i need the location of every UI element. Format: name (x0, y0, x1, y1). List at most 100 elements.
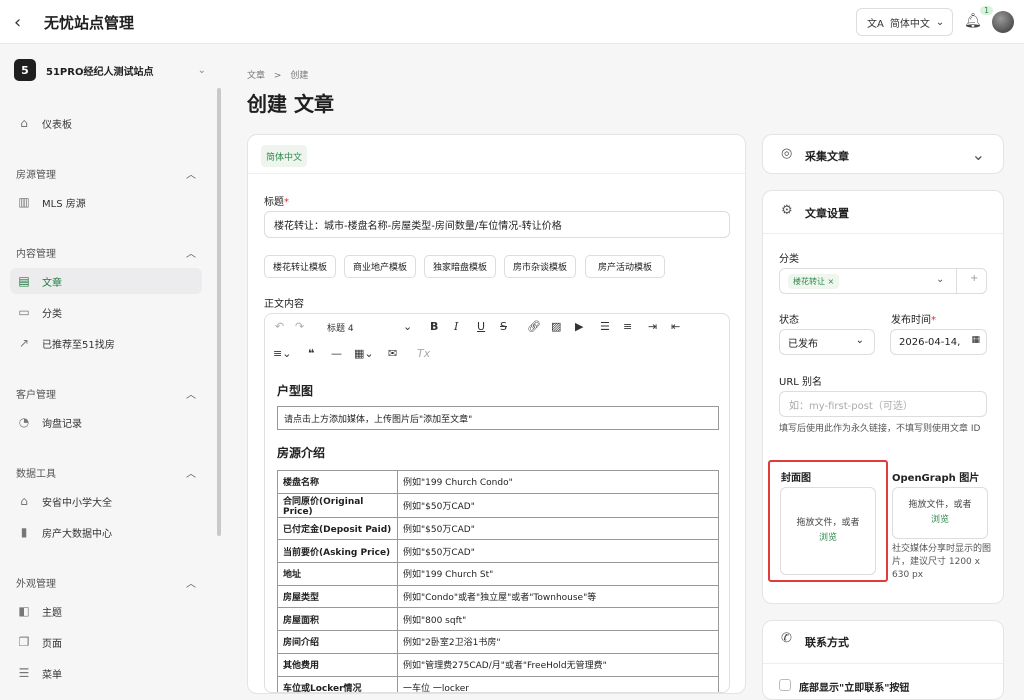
calendar-icon[interactable]: ▦ (971, 335, 980, 345)
sidebar-item-inquiries[interactable]: ◔ 询盘记录 (10, 409, 202, 435)
video-icon[interactable]: ▶ (575, 320, 583, 333)
table-row-label[interactable]: 地址 (277, 562, 398, 586)
table-row-label[interactable]: 房间介绍 (277, 630, 398, 654)
table-row-label[interactable]: 楼盘名称 (277, 470, 398, 494)
underline-icon[interactable]: U (477, 320, 485, 333)
section-content[interactable]: 内容管理 ︿ (16, 245, 196, 260)
undo-icon[interactable]: ↶ (275, 320, 284, 333)
sidebar-item-recommended[interactable]: ↗ 已推荐至51找房 (10, 330, 202, 356)
bullet-list-icon[interactable]: ☰ (600, 320, 610, 333)
table-row-label[interactable]: 已付定金(Deposit Paid) (277, 516, 398, 541)
breadcrumb-parent[interactable]: 文章 (247, 71, 265, 81)
sidebar-item-dashboard[interactable]: ⌂ 仪表板 (10, 110, 202, 136)
indent-icon[interactable]: ⇥ (648, 320, 657, 333)
contact-title: 联系方式 (805, 636, 849, 649)
chevron-down-icon: ⌄ (971, 145, 985, 164)
building-icon: ▥ (18, 195, 30, 209)
slug-help: 填写后使用此作为永久链接，不填写则使用文章 ID (779, 424, 981, 434)
link-icon[interactable]: 🔗︎ (527, 320, 541, 333)
publish-label: 发布时间* (891, 315, 936, 326)
table-row-value[interactable]: 例如"$50万CAD" (397, 516, 719, 541)
clear-format-icon[interactable]: Tx (417, 347, 430, 360)
category-tag: 楼花转让 × (788, 273, 840, 289)
section-customers[interactable]: 客户管理 ︿ (16, 386, 196, 401)
template-button-events[interactable]: 房产活动模板 (585, 255, 665, 278)
language-label: 简体中文 (889, 18, 930, 30)
table-row-label[interactable]: 合同原价(Original Price) (277, 492, 398, 518)
horizontal-rule-icon[interactable]: — (331, 347, 342, 360)
redo-icon[interactable]: ↷ (295, 320, 304, 333)
publish-date-input[interactable]: 2026-04-14, ▦ (890, 329, 987, 355)
italic-icon[interactable]: I (454, 320, 458, 333)
sidebar-item-menus[interactable]: ☰ 菜单 (10, 660, 202, 686)
og-label: OpenGraph 图片 (892, 473, 980, 484)
strikethrough-icon[interactable]: S (500, 320, 507, 333)
heading-select[interactable]: 标题 4 (327, 321, 354, 334)
email-icon[interactable]: ✉ (388, 347, 397, 360)
document-icon: ▤ (18, 274, 30, 288)
bold-icon[interactable]: B (430, 320, 438, 333)
table-row-label[interactable]: 房屋类型 (277, 584, 398, 609)
table-row-label[interactable]: 车位或Locker情况 (277, 675, 398, 692)
quote-icon[interactable]: ❝ (308, 347, 314, 360)
chevron-down-icon: ⌄ (855, 335, 864, 346)
slug-input[interactable]: 如：my-first-post（可选） (779, 391, 987, 417)
template-button-presale[interactable]: 楼花转让模板 (264, 255, 336, 278)
og-dropzone[interactable]: 拖放文件，或者 浏览 (892, 487, 988, 539)
table-row: 合同原价(Original Price) 例如"$50万CAD" (277, 492, 719, 518)
site-selector[interactable]: 5 51PRO经纪人测试站点 ⌄ (14, 58, 210, 82)
sidebar-item-pages[interactable]: ❐ 页面 (10, 629, 202, 655)
avatar[interactable] (992, 11, 1014, 33)
school-icon: ⌂ (20, 494, 28, 508)
table-row-value[interactable]: 例如"199 Church St" (397, 562, 719, 586)
sidebar-item-bigdata[interactable]: ▮ 房产大数据中心 (10, 519, 202, 545)
category-label: 分类 (779, 254, 799, 265)
status-select[interactable]: 已发布 ⌄ (779, 329, 875, 355)
chevron-up-icon: ︿ (186, 469, 196, 480)
section-listings[interactable]: 房源管理 ︿ (16, 166, 196, 181)
table-row-value[interactable]: 例如"800 sqft" (397, 607, 719, 632)
language-selector[interactable]: 文A 简体中文 ⌄ (856, 8, 953, 36)
site-badge: 5 (14, 59, 36, 81)
sidebar-item-schools[interactable]: ⌂ 安省中小学大全 (10, 488, 202, 514)
sidebar-scrollbar[interactable] (217, 88, 221, 536)
table-row-value[interactable]: 例如"Condo"或者"独立屋"或者"Townhouse"等 (397, 584, 719, 609)
collect-card[interactable]: ◎ 采集文章 ⌄ (762, 134, 1004, 174)
table-row-value[interactable]: 例如"199 Church Condo" (397, 470, 719, 494)
tab-language[interactable]: 简体中文 (261, 145, 308, 167)
table-row-value[interactable]: 一车位 一locker (397, 675, 719, 692)
outdent-icon[interactable]: ⇤ (671, 320, 680, 333)
template-button-market-talk[interactable]: 房市杂谈模板 (504, 255, 576, 278)
table-row-label[interactable]: 当前要价(Asking Price) (277, 539, 398, 564)
table-row-value[interactable]: 例如"$50万CAD" (397, 539, 719, 564)
sidebar-item-mls[interactable]: ▥ MLS 房源 (10, 189, 202, 215)
sidebar-item-themes[interactable]: ◧ 主题 (10, 598, 202, 624)
table-icon[interactable]: ▦⌄ (354, 347, 374, 360)
template-button-commercial[interactable]: 商业地产模板 (344, 255, 416, 278)
notification-badge: 1 (980, 6, 994, 15)
table-row-value[interactable]: 例如"管理费275CAD/月"或者"FreeHold无管理费" (397, 652, 719, 677)
phone-icon: ✆ (781, 631, 792, 646)
translate-icon: 文A (867, 18, 884, 30)
category-select[interactable]: 楼花转让 × ⌄ + (779, 268, 987, 294)
align-icon[interactable]: ≡⌄ (273, 347, 291, 360)
table-row: 地址 例如"199 Church St" (277, 562, 719, 586)
back-arrow-icon[interactable]: ‹ (14, 12, 21, 33)
section-data-tools[interactable]: 数据工具 ︿ (16, 465, 196, 480)
table-row-label[interactable]: 其他费用 (277, 652, 398, 677)
bell-icon[interactable]: 🔔︎ (964, 13, 982, 29)
numbered-list-icon[interactable]: ≡ (623, 320, 632, 333)
sidebar-item-categories[interactable]: ▭ 分类 (10, 299, 202, 325)
contact-checkbox[interactable] (779, 679, 791, 691)
browse-link[interactable]: 浏览 (931, 513, 949, 528)
sidebar-item-articles[interactable]: ▤ 文章 (10, 268, 202, 294)
rich-text-editor[interactable]: ↶ ↷ 标题 4 ⌄ B I U S 🔗︎ ▨ ▶ ☰ ≡ ⇥ ⇤ ≡⌄ ❝ — (264, 313, 730, 693)
table-row-value[interactable]: 例如"2卧室2卫浴1书房" (397, 630, 719, 654)
plus-icon[interactable]: + (970, 273, 978, 284)
template-button-exclusive[interactable]: 独家暗盘模板 (424, 255, 496, 278)
image-add-icon[interactable]: ▨ (551, 320, 561, 333)
section-appearance[interactable]: 外观管理 ︿ (16, 575, 196, 590)
table-row-label[interactable]: 房屋面积 (277, 607, 398, 632)
table-row-value[interactable]: 例如"$50万CAD" (397, 492, 719, 518)
title-input[interactable]: 楼花转让：城市-楼盘名称-房屋类型-房间数量/车位情况-转让价格 (264, 211, 730, 238)
